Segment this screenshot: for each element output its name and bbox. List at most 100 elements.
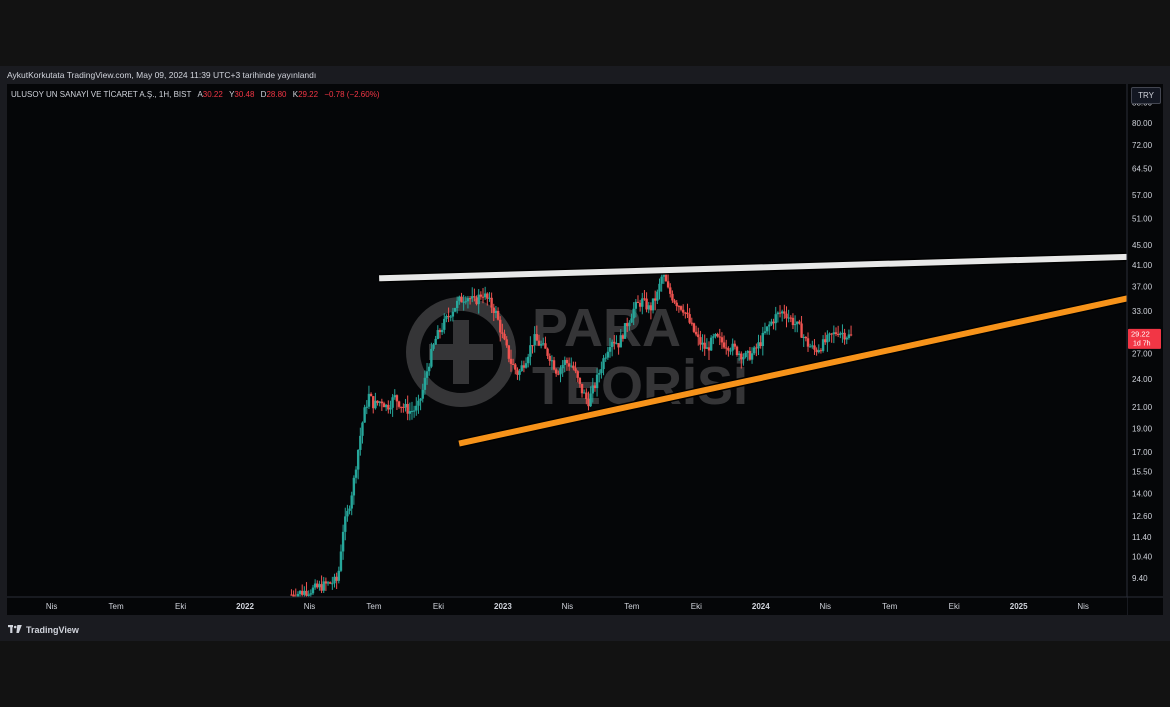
candle — [527, 353, 530, 368]
candle — [400, 406, 403, 413]
candle — [720, 332, 724, 349]
candle — [813, 339, 816, 355]
candle — [849, 325, 853, 337]
candle — [331, 576, 334, 590]
last-price-countdown: 1d 7h — [1133, 340, 1151, 347]
candle — [397, 400, 401, 409]
candle — [417, 394, 420, 414]
x-tick-label: Eki — [433, 602, 444, 611]
y-tick-label: 27.00 — [1132, 350, 1153, 359]
candle — [834, 327, 838, 337]
candle — [830, 332, 833, 343]
candle — [328, 581, 332, 585]
candle — [483, 286, 487, 300]
change-value: −0.78 (−2.60%) — [324, 90, 380, 99]
watermark-cross-icon — [429, 344, 493, 360]
currency-button[interactable]: TRY — [1131, 87, 1161, 104]
candle — [684, 311, 687, 319]
candle — [443, 313, 446, 334]
x-tick-label: 2022 — [236, 602, 254, 611]
y-tick-label: 33.00 — [1132, 307, 1153, 316]
candle — [768, 321, 771, 335]
candle — [731, 338, 734, 356]
candle — [759, 335, 762, 349]
y-tick-label: 21.00 — [1132, 403, 1153, 412]
candle — [819, 348, 823, 354]
y-tick-label: 72.00 — [1132, 141, 1153, 150]
candle — [826, 330, 829, 352]
candle — [419, 397, 422, 411]
candle — [387, 400, 390, 414]
candle — [804, 336, 808, 342]
y-tick-label: 37.00 — [1132, 283, 1153, 292]
candle — [841, 324, 844, 343]
candle — [380, 398, 384, 411]
candle — [757, 334, 760, 356]
candle — [367, 385, 371, 409]
candle — [475, 295, 478, 306]
candle — [393, 389, 396, 400]
candle — [389, 400, 392, 414]
y-tick-label: 51.00 — [1132, 214, 1153, 223]
candle — [808, 343, 812, 348]
candle — [836, 325, 840, 338]
candle — [815, 347, 818, 356]
candle — [828, 332, 831, 342]
candle — [408, 402, 412, 421]
candle — [410, 401, 414, 420]
candle — [750, 347, 754, 364]
x-tick-label: Nis — [819, 602, 831, 611]
published-caption: AykutKorkutata TradingView.com, May 09, … — [7, 70, 317, 80]
candle — [301, 584, 304, 597]
candle — [344, 507, 347, 541]
candle — [709, 335, 713, 351]
candle — [658, 278, 661, 300]
candle — [460, 292, 463, 303]
candle — [352, 475, 356, 505]
footer: TradingView — [0, 619, 1170, 641]
price-chart[interactable]: PARATEORİSİ 88.0080.0072.0064.5057.0051.… — [7, 84, 1163, 615]
candle — [303, 586, 306, 597]
candle — [712, 333, 715, 345]
candle — [440, 322, 444, 336]
candle — [369, 392, 373, 397]
y-tick-label: 15.50 — [1132, 468, 1153, 477]
resistance-trendline[interactable] — [379, 253, 1133, 282]
candle — [391, 394, 394, 417]
candle — [434, 335, 437, 345]
x-tick-label: Tem — [882, 602, 897, 611]
last-price-label: 29.22 — [1131, 329, 1150, 338]
candle — [765, 326, 769, 335]
candle — [384, 404, 388, 412]
candle — [660, 273, 663, 292]
candle — [333, 573, 336, 588]
candle — [516, 367, 519, 380]
y-tick-label: 11.40 — [1132, 533, 1152, 542]
candle — [318, 580, 321, 591]
candle — [755, 343, 758, 357]
candle — [324, 577, 328, 591]
candle — [806, 332, 810, 352]
candle — [623, 322, 627, 340]
symbol-title: ULUSOY UN SANAYİ VE TİCARET A.Ş., 1H, BI… — [11, 90, 192, 99]
x-tick-label: Nis — [1077, 602, 1089, 611]
candle — [313, 579, 317, 590]
x-tick-label: Nis — [304, 602, 316, 611]
candle — [697, 327, 700, 346]
candle — [415, 397, 418, 416]
candle — [778, 305, 782, 318]
candle — [339, 544, 343, 573]
candle — [514, 363, 517, 375]
y-tick-label: 41.00 — [1132, 261, 1153, 270]
close-value: 29.22 — [298, 90, 319, 99]
x-tick-label: Tem — [624, 602, 639, 611]
chart-area[interactable]: ULUSOY UN SANAYİ VE TİCARET A.Ş., 1H, BI… — [7, 84, 1163, 615]
y-tick-label: 19.00 — [1132, 424, 1153, 433]
candle — [716, 332, 719, 338]
candle — [320, 575, 323, 594]
candle — [772, 318, 775, 330]
y-tick-label: 80.00 — [1132, 119, 1153, 128]
y-tick-label: 45.00 — [1132, 241, 1153, 250]
candle — [761, 326, 765, 356]
candle — [316, 580, 319, 589]
